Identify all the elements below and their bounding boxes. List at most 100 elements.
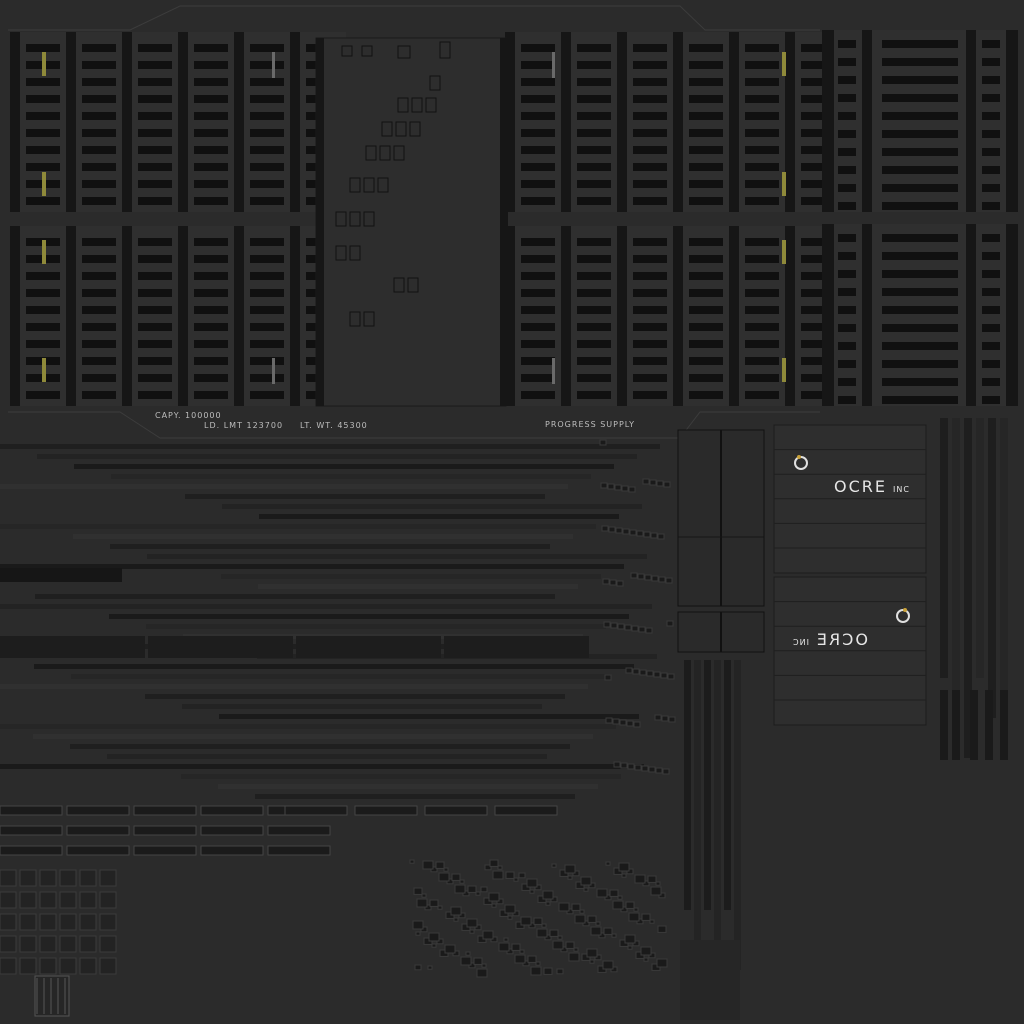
frame-rail [70,744,570,749]
bolt-piece [640,946,652,956]
side-lower-slot [882,288,958,296]
wall-upper-right-slot [745,44,779,52]
wall-upper-left-rib [122,32,132,212]
bolt-piece [435,861,445,869]
grid-piece [19,935,37,953]
wall-upper-right-row2-rib [617,226,627,406]
wall-upper-left-row2-slot [138,238,172,246]
wall-upper-right-row2-slot [745,306,779,314]
wall-upper-right-row2-rib [561,226,571,406]
side-lower-slot [838,288,856,296]
wall-upper-right-slot [577,44,611,52]
beam-block [200,845,264,856]
bolt-piece [621,485,629,492]
bolt-piece [614,484,622,491]
frame-rail [111,474,591,479]
bolt-piece [627,763,635,770]
grid-piece [79,935,97,953]
wall-upper-left-row2-rib [178,226,188,406]
wall-upper-left-row2-slot [250,340,284,348]
bolt-piece [622,528,630,535]
bolt-piece [541,923,547,928]
side-lower-slot [882,378,958,386]
vertical-strip-lower [940,690,948,760]
wall-upper-right-slot [689,197,723,205]
frame-rail [71,674,611,679]
brand-name-mirrored: OCRE [814,630,868,649]
frame-strip [724,660,731,910]
wall-upper-right-row2-slot [633,374,667,382]
wall-upper-left-row2-slot [194,289,228,297]
side-upper-slot [882,184,958,192]
grey-marker [272,52,275,78]
yellow-marker [42,358,46,382]
bolt-piece [428,932,440,942]
side-lower-slot [982,342,1000,350]
wall-upper-left-row2-slot [82,340,116,348]
bolt-piece [467,885,477,893]
bolt-piece [414,964,422,971]
wall-upper-right-row2-slot [521,238,555,246]
bolt-piece [454,884,466,894]
wall-upper-right-slot [577,180,611,188]
frame-strip [694,660,701,970]
bolt-piece [489,859,499,867]
wall-upper-right-rib [673,32,683,212]
wall-upper-left-slot [250,163,284,171]
wall-upper-left-row2-slot [138,272,172,280]
wall-upper-left-row2-slot [194,238,228,246]
bolt-piece [565,941,575,949]
wall-upper-left-slot [82,112,116,120]
wall-upper-left-slot [26,95,60,103]
wall-upper-right-row2-slot [633,306,667,314]
wall-upper-right-row2-slot [745,374,779,382]
frame-rail [0,684,588,689]
wall-upper-right-slot [521,180,555,188]
wall-upper-right-row2-slot [745,391,779,399]
wall-upper-left-row2-slot [82,374,116,382]
frame-rail [255,794,575,799]
bolt-piece [632,668,640,675]
bolt-piece [643,957,649,962]
side-upper-slot [882,166,958,174]
yellow-marker [782,172,786,196]
bolt-piece [475,891,481,896]
wall-upper-right-row2-slot [745,255,779,263]
bolt-piece [638,626,646,633]
side-upper-slot [838,202,856,210]
wall-upper-right-slot [633,61,667,69]
wall-upper-left-rib [290,32,300,212]
bolt-piece [602,578,610,585]
wall-upper-right-row2-slot [521,340,555,348]
bolt-piece [551,863,557,868]
wall-upper-right-row2-slot [577,340,611,348]
beam-block [200,825,264,836]
wall-upper-right-slot [633,44,667,52]
wall-upper-right-row2-slot [633,340,667,348]
wall-upper-left-row2-slot [82,255,116,263]
bolt-piece [667,673,675,680]
vertical-strip [988,418,996,718]
bolt-piece [643,531,651,538]
beam-block [267,825,331,836]
side-upper-slot [838,40,856,48]
wall-upper-left-row2-slot [250,391,284,399]
bolt-piece [542,890,554,900]
side-lower-slot [882,306,958,314]
wall-upper-left-row2-slot [250,289,284,297]
side-upper-slot [982,184,1000,192]
side-lower-slot [982,288,1000,296]
wall-upper-right-row2-slot [633,323,667,331]
bolt-piece [587,915,597,923]
wall-upper-left-slot [250,44,284,52]
frame-rail [219,714,639,719]
wall-upper-right-slot [633,163,667,171]
side-upper-slot [982,58,1000,66]
frame-rail [146,624,606,629]
side-upper-slot [838,58,856,66]
wall-upper-right-row2-slot [689,306,723,314]
side-upper-slot [982,148,1000,156]
frame-strip [684,660,691,910]
wall-upper-left-row2-slot [138,306,172,314]
wall-upper-left-slot [194,197,228,205]
